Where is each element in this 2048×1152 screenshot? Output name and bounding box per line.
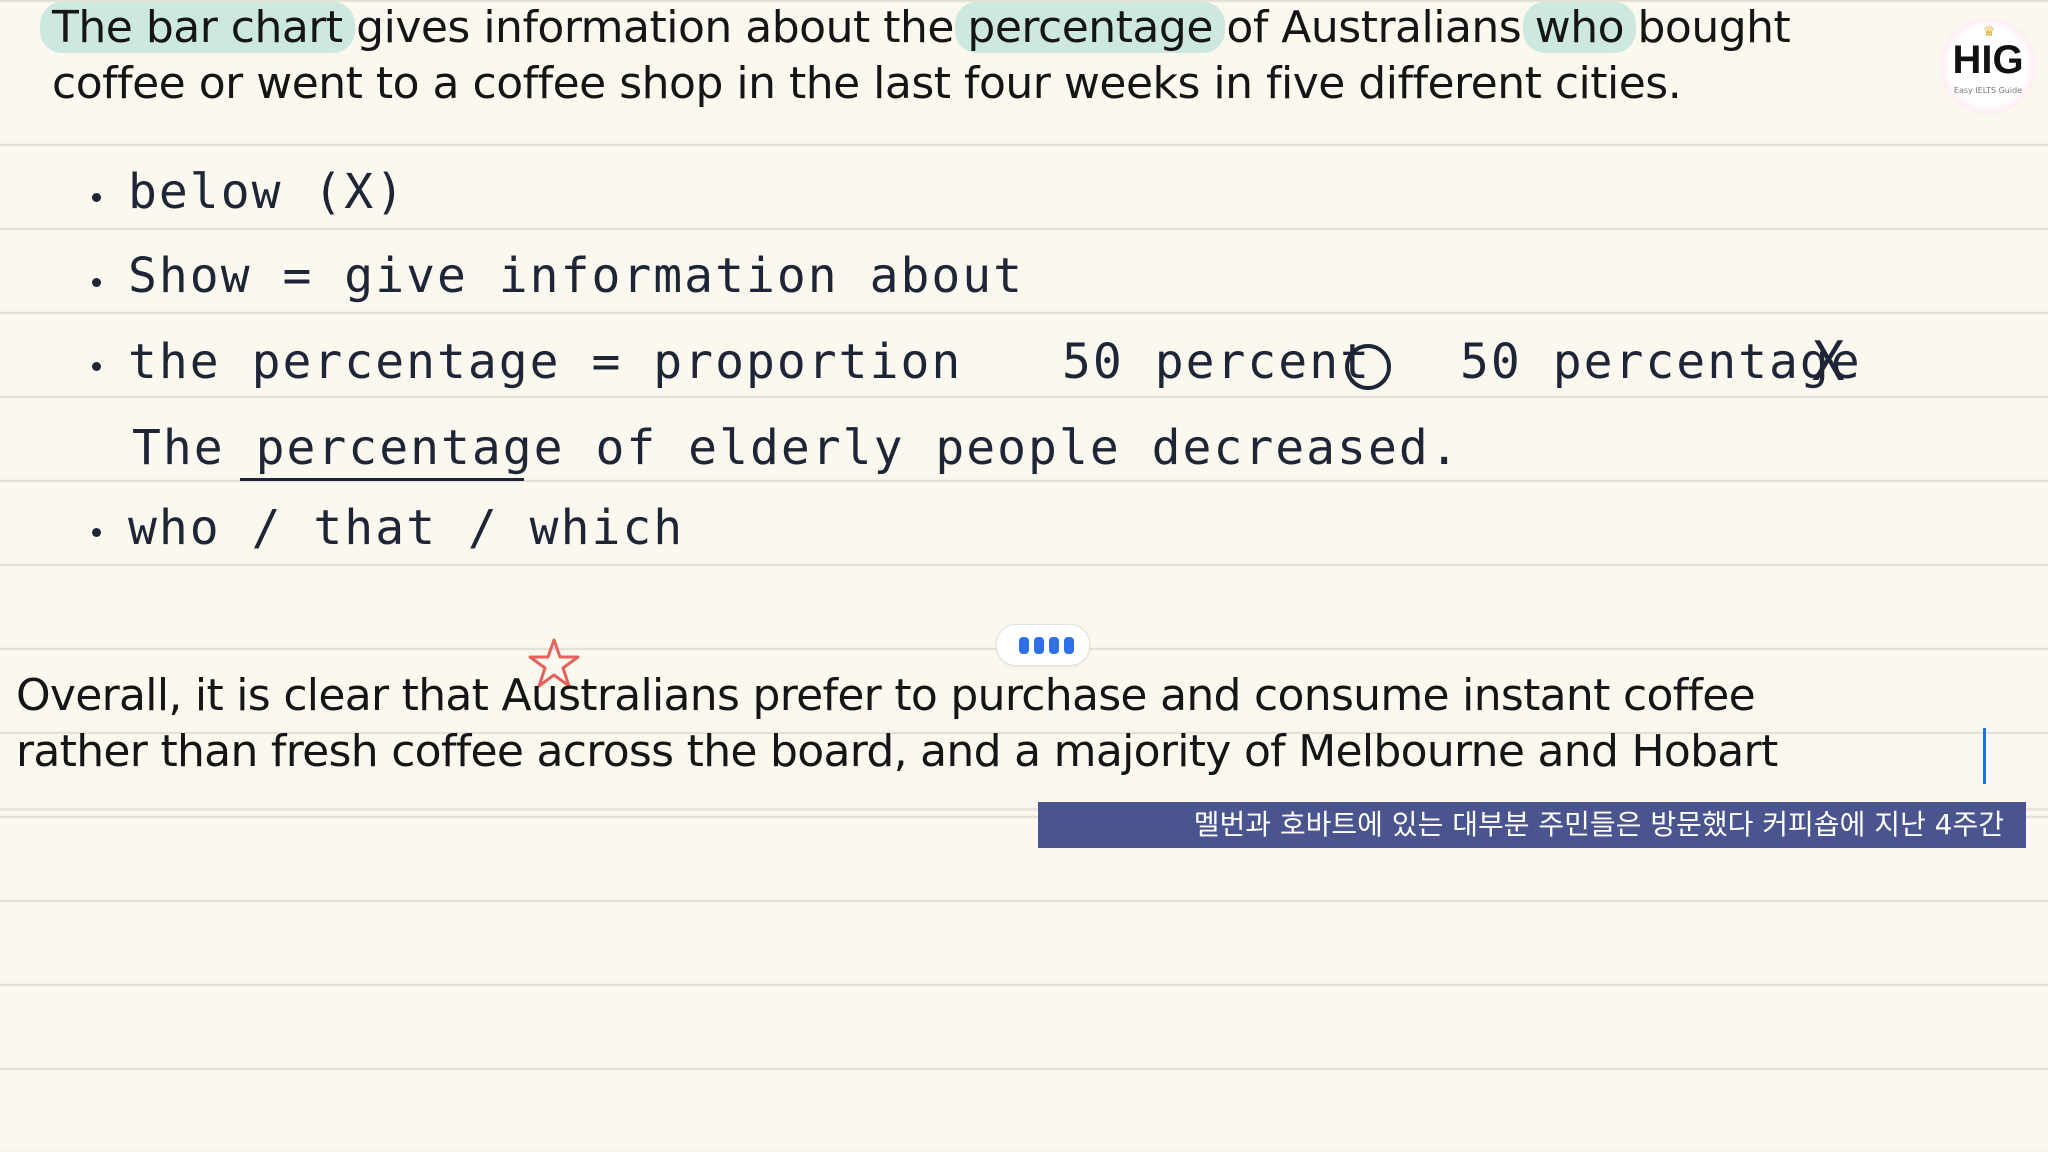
note-the-percentage: the percentage = proportion: [128, 334, 963, 390]
highlight-who: who: [1522, 2, 1637, 53]
overall-line-2[interactable]: rather than fresh coffee across the boar…: [16, 726, 1778, 777]
handle-dot: [1034, 637, 1044, 654]
note-50-percentage: 50 percentage: [1460, 334, 1862, 390]
intro-text-segment: of Australians: [1212, 2, 1535, 53]
bullet-icon: [92, 193, 101, 202]
intro-line-2: coffee or went to a coffee shop in the l…: [52, 58, 1682, 109]
note-show: Show = give information about: [128, 248, 1025, 304]
note-50-percent: 50 percent: [1062, 334, 1371, 390]
percentage-underline: [240, 478, 524, 481]
logo-subtext: Easy IELTS Guide: [1953, 86, 2023, 95]
text-caret: [1983, 728, 1986, 784]
hig-logo: ♛ HIG Easy IELTS Guide: [1940, 18, 2036, 114]
split-drag-handle[interactable]: [996, 624, 1090, 666]
bullet-icon: [92, 362, 101, 371]
highlight-the-bar-chart: The bar chart: [40, 2, 355, 53]
handle-dot: [1019, 637, 1029, 654]
note-example-sentence: The percentage of elderly people decreas…: [132, 420, 1461, 476]
handle-dot: [1049, 637, 1059, 654]
intro-line-1: The bar chart gives information about th…: [40, 2, 1791, 53]
handle-dot: [1064, 637, 1074, 654]
korean-subtitle: 멜번과 호바트에 있는 대부분 주민들은 방문했다 커피숍에 지난 4주간: [1038, 802, 2026, 848]
overall-line-1[interactable]: Overall, it is clear that Australians pr…: [16, 670, 1756, 721]
note-who-that-which: who / that / which: [128, 500, 685, 556]
note-below: below (X): [128, 164, 407, 220]
wrong-x-mark: X: [1812, 330, 1847, 393]
intro-text-segment: gives information about the: [342, 2, 968, 53]
correct-circle-icon: [1345, 344, 1391, 390]
highlight-percentage: percentage: [955, 2, 1225, 53]
bullet-icon: [92, 528, 101, 537]
logo-text: HIG: [1952, 38, 2024, 82]
bullet-icon: [92, 278, 101, 287]
intro-text-segment: bought: [1624, 2, 1791, 53]
crown-icon: ♛: [1982, 24, 1996, 40]
